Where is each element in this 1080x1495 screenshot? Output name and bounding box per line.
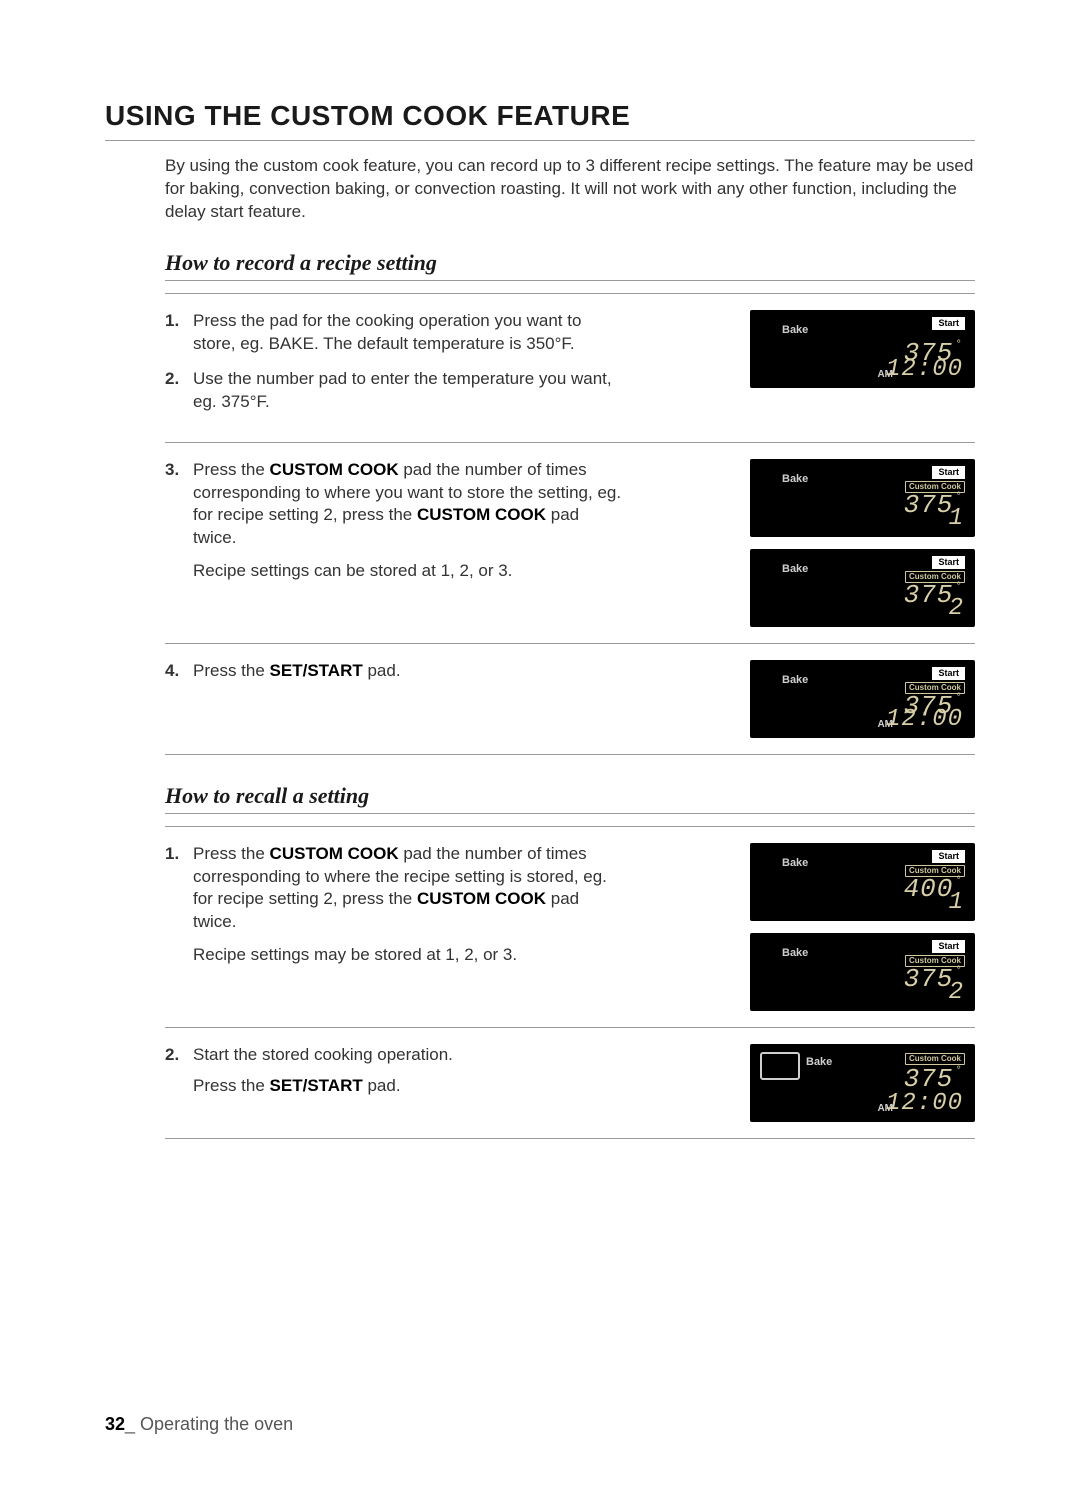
list-item: 3. Press the CUSTOM COOK pad the number … [165, 459, 625, 584]
record-block-3: 4. Press the SET/START pad. Bake Start C… [165, 654, 975, 744]
list-item: 2. Use the number pad to enter the tempe… [165, 368, 625, 414]
section-record-heading: How to record a recipe setting [165, 250, 975, 276]
intro-paragraph: By using the custom cook feature, you ca… [165, 155, 975, 224]
inner-rule [165, 1027, 975, 1028]
oven-display: Bake Start Custom Cook 375° 2 [750, 549, 975, 627]
step-number: 2. [165, 1044, 183, 1098]
step-number: 2. [165, 368, 183, 414]
mode-box-icon [760, 1052, 800, 1080]
page-title: USING THE CUSTOM COOK FEATURE [105, 100, 975, 132]
display-temperature: 375° [904, 1066, 963, 1092]
step-text: Press the SET/START pad. [193, 660, 625, 683]
start-button-icon: Start [932, 667, 965, 680]
footer-section: _ Operating the oven [125, 1414, 293, 1434]
inner-rule [165, 826, 975, 827]
step-text: Press the pad for the cooking operation … [193, 310, 625, 356]
oven-display: Bake Start 375° AM 12:00 [750, 310, 975, 388]
display-clock: 12:00 [886, 708, 963, 732]
record-step-3: 3. Press the CUSTOM COOK pad the number … [165, 459, 625, 596]
step-note: Recipe settings can be stored at 1, 2, o… [193, 561, 512, 580]
step-number: 1. [165, 310, 183, 356]
record-step-4: 4. Press the SET/START pad. [165, 660, 625, 695]
step-note: Recipe settings may be stored at 1, 2, o… [193, 945, 517, 964]
display-clock: 12:00 [886, 358, 963, 382]
step-text: Press the CUSTOM COOK pad the number of … [193, 843, 625, 968]
display-slot: 1 [949, 891, 963, 915]
display-slot: 2 [949, 597, 963, 621]
display-slot: 1 [949, 507, 963, 531]
inner-rule [165, 1138, 975, 1139]
mode-label: Bake [782, 947, 808, 959]
recall-step-1: 1. Press the CUSTOM COOK pad the number … [165, 843, 625, 980]
record-steps-1-2: 1. Press the pad for the cooking operati… [165, 310, 625, 426]
section-recall-heading: How to recall a setting [165, 783, 975, 809]
step-number: 3. [165, 459, 183, 584]
record-block-1: 1. Press the pad for the cooking operati… [165, 304, 975, 432]
step-number: 1. [165, 843, 183, 968]
display-slot: 2 [949, 981, 963, 1005]
mode-label: Bake [782, 674, 808, 686]
inner-rule [165, 293, 975, 294]
mode-label: Bake [782, 473, 808, 485]
display-clock: 12:00 [886, 1092, 963, 1116]
inner-rule [165, 643, 975, 644]
section-rule [165, 280, 975, 281]
oven-display: Bake Start Custom Cook 375° 1 [750, 459, 975, 537]
list-item: 2. Start the stored cooking operation. P… [165, 1044, 625, 1098]
section-rule [165, 813, 975, 814]
mode-label: Bake [782, 857, 808, 869]
list-item: 1. Press the pad for the cooking operati… [165, 310, 625, 356]
oven-display: Bake Start Custom Cook 375° 2 [750, 933, 975, 1011]
record-block-2: 3. Press the CUSTOM COOK pad the number … [165, 453, 975, 633]
start-button-icon: Start [932, 466, 965, 479]
start-button-icon: Start [932, 556, 965, 569]
mode-label: Bake [806, 1056, 832, 1068]
mode-label: Bake [782, 563, 808, 575]
oven-display: Bake Start Custom Cook 375° AM 12:00 [750, 660, 975, 738]
step-number: 4. [165, 660, 183, 683]
list-item: 4. Press the SET/START pad. [165, 660, 625, 683]
step-text: Press the CUSTOM COOK pad the number of … [193, 459, 625, 584]
recall-block-2: 2. Start the stored cooking operation. P… [165, 1038, 975, 1128]
title-rule [105, 140, 975, 141]
oven-display: Bake Custom Cook 375° AM 12:00 [750, 1044, 975, 1122]
page-footer: 32_ Operating the oven [105, 1414, 293, 1435]
start-button-icon: Start [932, 317, 965, 330]
start-button-icon: Start [932, 940, 965, 953]
step-text: Use the number pad to enter the temperat… [193, 368, 625, 414]
mode-label: Bake [782, 324, 808, 336]
recall-step-2: 2. Start the stored cooking operation. P… [165, 1044, 625, 1110]
start-button-icon: Start [932, 850, 965, 863]
inner-rule [165, 754, 975, 755]
page-number: 32 [105, 1414, 125, 1434]
list-item: 1. Press the CUSTOM COOK pad the number … [165, 843, 625, 968]
step-text: Start the stored cooking operation. Pres… [193, 1044, 625, 1098]
recall-block-1: 1. Press the CUSTOM COOK pad the number … [165, 837, 975, 1017]
oven-display: Bake Start Custom Cook 400° 1 [750, 843, 975, 921]
inner-rule [165, 442, 975, 443]
